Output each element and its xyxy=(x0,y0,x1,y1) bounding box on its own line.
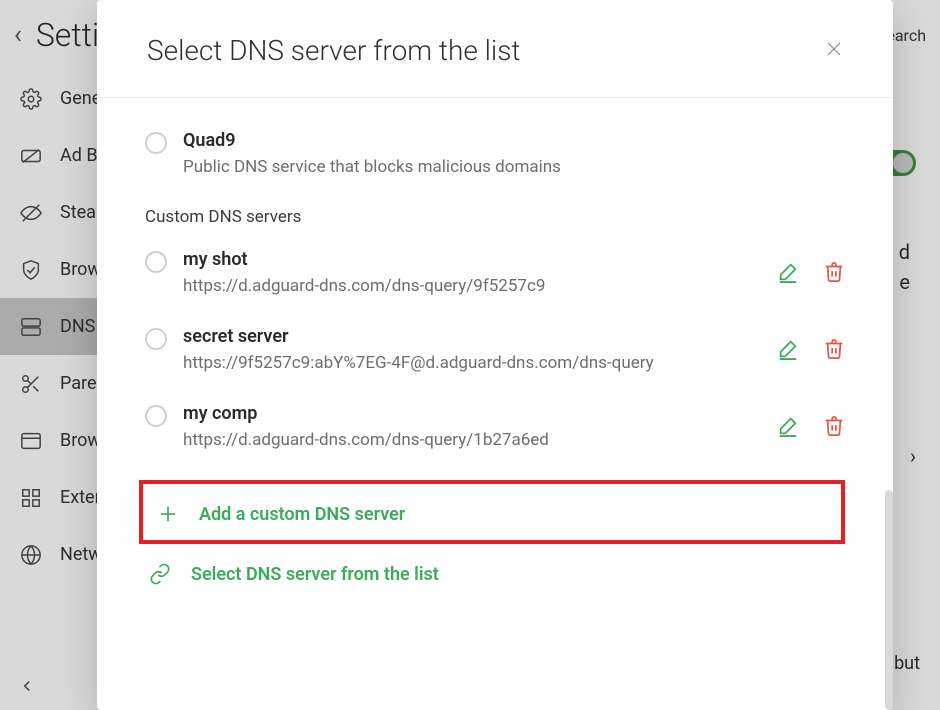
add-custom-highlight: Add a custom DNS server xyxy=(139,480,845,544)
radio-unchecked-icon[interactable] xyxy=(145,405,167,427)
close-button[interactable] xyxy=(825,40,843,62)
server-name: secret server xyxy=(183,326,765,347)
server-name: Quad9 xyxy=(183,130,845,151)
server-desc: https://9f5257c9:abY%7EG-4F@d.adguard-dn… xyxy=(183,353,765,373)
modal-header: Select DNS server from the list xyxy=(97,0,893,98)
action-link-label: Select DNS server from the list xyxy=(191,564,439,585)
dns-server-option[interactable]: my shot https://d.adguard-dns.com/dns-qu… xyxy=(145,249,845,296)
trash-icon[interactable] xyxy=(823,415,845,437)
scrollbar-thumb[interactable] xyxy=(885,490,893,710)
server-desc: https://d.adguard-dns.com/dns-query/9f52… xyxy=(183,276,765,296)
trash-icon[interactable] xyxy=(823,338,845,360)
trash-icon[interactable] xyxy=(823,261,845,283)
edit-icon[interactable] xyxy=(777,415,799,437)
server-name: my shot xyxy=(183,249,765,270)
radio-unchecked-icon[interactable] xyxy=(145,132,167,154)
dns-server-option[interactable]: secret server https://9f5257c9:abY%7EG-4… xyxy=(145,326,845,373)
server-desc: Public DNS service that blocks malicious… xyxy=(183,157,845,177)
link-icon xyxy=(149,563,171,585)
radio-unchecked-icon[interactable] xyxy=(145,328,167,350)
dns-server-option[interactable]: my comp https://d.adguard-dns.com/dns-qu… xyxy=(145,403,845,450)
modal-title: Select DNS server from the list xyxy=(147,34,520,67)
plus-icon xyxy=(157,503,179,525)
modal-body: Quad9 Public DNS service that blocks mal… xyxy=(97,98,893,710)
server-desc: https://d.adguard-dns.com/dns-query/1b27… xyxy=(183,430,765,450)
dns-server-modal: Select DNS server from the list Quad9 Pu… xyxy=(97,0,893,710)
edit-icon[interactable] xyxy=(777,261,799,283)
action-link-label: Add a custom DNS server xyxy=(199,504,405,525)
select-from-list-link[interactable]: Select DNS server from the list xyxy=(149,550,845,598)
server-name: my comp xyxy=(183,403,765,424)
add-custom-dns-link[interactable]: Add a custom DNS server xyxy=(157,490,831,538)
edit-icon[interactable] xyxy=(777,338,799,360)
close-icon xyxy=(825,40,843,58)
dns-server-option[interactable]: Quad9 Public DNS service that blocks mal… xyxy=(145,130,845,177)
custom-section-label: Custom DNS servers xyxy=(145,207,845,227)
radio-unchecked-icon[interactable] xyxy=(145,251,167,273)
